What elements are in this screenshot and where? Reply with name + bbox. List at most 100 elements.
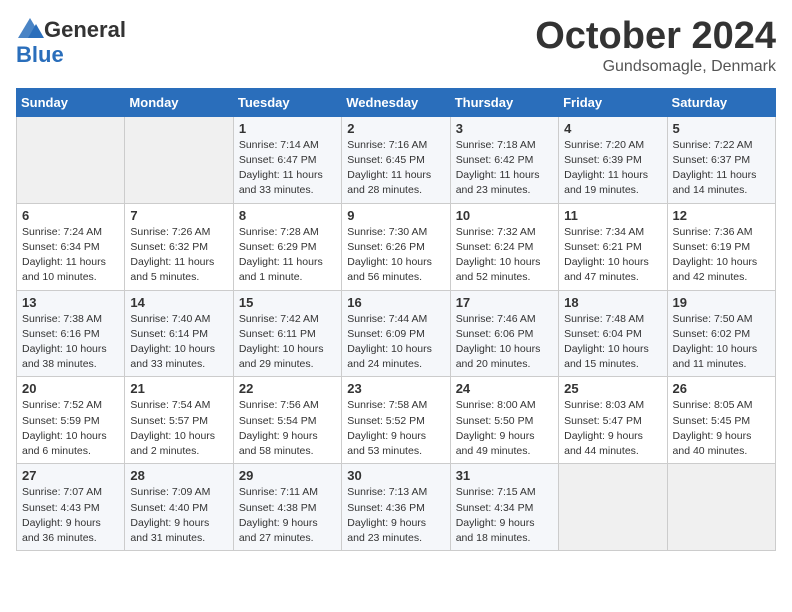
calendar-table: SundayMondayTuesdayWednesdayThursdayFrid…: [16, 88, 776, 551]
day-number: 21: [130, 381, 227, 396]
day-info: Sunrise: 7:42 AM Sunset: 6:11 PM Dayligh…: [239, 312, 336, 373]
day-cell: 10 Sunrise: 7:32 AM Sunset: 6:24 PM Dayli…: [450, 203, 558, 290]
day-info: Sunrise: 7:24 AM Sunset: 6:34 PM Dayligh…: [22, 225, 119, 286]
day-number: 14: [130, 295, 227, 310]
day-info: Sunrise: 7:11 AM Sunset: 4:38 PM Dayligh…: [239, 485, 336, 546]
day-info: Sunrise: 7:13 AM Sunset: 4:36 PM Dayligh…: [347, 485, 444, 546]
day-cell: [559, 464, 667, 551]
day-info: Sunrise: 7:09 AM Sunset: 4:40 PM Dayligh…: [130, 485, 227, 546]
day-number: 28: [130, 468, 227, 483]
day-number: 30: [347, 468, 444, 483]
header-monday: Monday: [125, 88, 233, 116]
day-cell: 22 Sunrise: 7:56 AM Sunset: 5:54 PM Dayli…: [233, 377, 341, 464]
day-cell: 7Sunrise: 7:26 AM Sunset: 6:32 PM Daylig…: [125, 203, 233, 290]
day-cell: 6 Sunrise: 7:24 AM Sunset: 6:34 PM Daylig…: [17, 203, 125, 290]
logo-icon: [16, 16, 44, 44]
day-number: 31: [456, 468, 553, 483]
day-cell: [17, 116, 125, 203]
day-number: 27: [22, 468, 119, 483]
day-cell: 17 Sunrise: 7:46 AM Sunset: 6:06 PM Dayli…: [450, 290, 558, 377]
day-number: 10: [456, 208, 553, 223]
day-info: Sunrise: 7:46 AM Sunset: 6:06 PM Dayligh…: [456, 312, 553, 373]
header-tuesday: Tuesday: [233, 88, 341, 116]
day-info: Sunrise: 8:05 AM Sunset: 5:45 PM Dayligh…: [673, 398, 770, 459]
day-info: Sunrise: 7:28 AM Sunset: 6:29 PM Dayligh…: [239, 225, 336, 286]
day-number: 1: [239, 121, 336, 136]
day-info: Sunrise: 7:32 AM Sunset: 6:24 PM Dayligh…: [456, 225, 553, 286]
day-cell: [667, 464, 775, 551]
header-row: SundayMondayTuesdayWednesdayThursdayFrid…: [17, 88, 776, 116]
day-info: Sunrise: 7:56 AM Sunset: 5:54 PM Dayligh…: [239, 398, 336, 459]
day-cell: 29 Sunrise: 7:11 AM Sunset: 4:38 PM Dayli…: [233, 464, 341, 551]
day-info: Sunrise: 7:18 AM Sunset: 6:42 PM Dayligh…: [456, 138, 553, 199]
week-row-4: 20Sunrise: 7:52 AM Sunset: 5:59 PM Dayli…: [17, 377, 776, 464]
day-cell: 25Sunrise: 8:03 AM Sunset: 5:47 PM Dayli…: [559, 377, 667, 464]
day-number: 29: [239, 468, 336, 483]
day-cell: 18 Sunrise: 7:48 AM Sunset: 6:04 PM Dayli…: [559, 290, 667, 377]
day-info: Sunrise: 7:16 AM Sunset: 6:45 PM Dayligh…: [347, 138, 444, 199]
day-number: 17: [456, 295, 553, 310]
day-info: Sunrise: 7:36 AM Sunset: 6:19 PM Dayligh…: [673, 225, 770, 286]
day-info: Sunrise: 7:48 AM Sunset: 6:04 PM Dayligh…: [564, 312, 661, 373]
day-cell: 4 Sunrise: 7:20 AM Sunset: 6:39 PM Daylig…: [559, 116, 667, 203]
day-info: Sunrise: 7:22 AM Sunset: 6:37 PM Dayligh…: [673, 138, 770, 199]
day-cell: 14 Sunrise: 7:40 AM Sunset: 6:14 PM Dayli…: [125, 290, 233, 377]
day-info: Sunrise: 7:40 AM Sunset: 6:14 PM Dayligh…: [130, 312, 227, 373]
day-number: 15: [239, 295, 336, 310]
logo: General Blue: [16, 16, 126, 66]
day-cell: 20Sunrise: 7:52 AM Sunset: 5:59 PM Dayli…: [17, 377, 125, 464]
day-number: 7: [130, 208, 227, 223]
logo-general-text: General: [44, 19, 126, 41]
day-info: Sunrise: 7:58 AM Sunset: 5:52 PM Dayligh…: [347, 398, 444, 459]
day-cell: 8 Sunrise: 7:28 AM Sunset: 6:29 PM Daylig…: [233, 203, 341, 290]
day-info: Sunrise: 7:14 AM Sunset: 6:47 PM Dayligh…: [239, 138, 336, 199]
day-info: Sunrise: 7:52 AM Sunset: 5:59 PM Dayligh…: [22, 398, 119, 459]
header-saturday: Saturday: [667, 88, 775, 116]
day-number: 12: [673, 208, 770, 223]
header-thursday: Thursday: [450, 88, 558, 116]
day-cell: 19 Sunrise: 7:50 AM Sunset: 6:02 PM Dayli…: [667, 290, 775, 377]
day-info: Sunrise: 7:20 AM Sunset: 6:39 PM Dayligh…: [564, 138, 661, 199]
day-info: Sunrise: 7:54 AM Sunset: 5:57 PM Dayligh…: [130, 398, 227, 459]
day-number: 11: [564, 208, 661, 223]
day-cell: 26Sunrise: 8:05 AM Sunset: 5:45 PM Dayli…: [667, 377, 775, 464]
day-cell: 31 Sunrise: 7:15 AM Sunset: 4:34 PM Dayli…: [450, 464, 558, 551]
day-cell: 2Sunrise: 7:16 AM Sunset: 6:45 PM Daylig…: [342, 116, 450, 203]
location-title: Gundsomagle, Denmark: [535, 58, 776, 76]
header-wednesday: Wednesday: [342, 88, 450, 116]
day-number: 6: [22, 208, 119, 223]
day-cell: 21 Sunrise: 7:54 AM Sunset: 5:57 PM Dayli…: [125, 377, 233, 464]
day-cell: 5Sunrise: 7:22 AM Sunset: 6:37 PM Daylig…: [667, 116, 775, 203]
day-number: 24: [456, 381, 553, 396]
week-row-3: 13Sunrise: 7:38 AM Sunset: 6:16 PM Dayli…: [17, 290, 776, 377]
title-block: October 2024 Gundsomagle, Denmark: [535, 16, 776, 76]
week-row-2: 6 Sunrise: 7:24 AM Sunset: 6:34 PM Daylig…: [17, 203, 776, 290]
day-number: 16: [347, 295, 444, 310]
day-cell: 24 Sunrise: 8:00 AM Sunset: 5:50 PM Dayli…: [450, 377, 558, 464]
day-info: Sunrise: 7:15 AM Sunset: 4:34 PM Dayligh…: [456, 485, 553, 546]
day-info: Sunrise: 7:30 AM Sunset: 6:26 PM Dayligh…: [347, 225, 444, 286]
day-number: 19: [673, 295, 770, 310]
day-cell: 13Sunrise: 7:38 AM Sunset: 6:16 PM Dayli…: [17, 290, 125, 377]
day-cell: 23 Sunrise: 7:58 AM Sunset: 5:52 PM Dayli…: [342, 377, 450, 464]
day-cell: 11 Sunrise: 7:34 AM Sunset: 6:21 PM Dayli…: [559, 203, 667, 290]
day-number: 18: [564, 295, 661, 310]
day-number: 23: [347, 381, 444, 396]
day-info: Sunrise: 7:07 AM Sunset: 4:43 PM Dayligh…: [22, 485, 119, 546]
day-cell: 16 Sunrise: 7:44 AM Sunset: 6:09 PM Dayli…: [342, 290, 450, 377]
day-number: 8: [239, 208, 336, 223]
day-number: 4: [564, 121, 661, 136]
day-info: Sunrise: 7:34 AM Sunset: 6:21 PM Dayligh…: [564, 225, 661, 286]
month-title: October 2024: [535, 16, 776, 58]
day-number: 9: [347, 208, 444, 223]
day-info: Sunrise: 7:50 AM Sunset: 6:02 PM Dayligh…: [673, 312, 770, 373]
day-info: Sunrise: 7:38 AM Sunset: 6:16 PM Dayligh…: [22, 312, 119, 373]
week-row-5: 27 Sunrise: 7:07 AM Sunset: 4:43 PM Dayli…: [17, 464, 776, 551]
day-cell: 9 Sunrise: 7:30 AM Sunset: 6:26 PM Daylig…: [342, 203, 450, 290]
day-cell: 12 Sunrise: 7:36 AM Sunset: 6:19 PM Dayli…: [667, 203, 775, 290]
logo-blue-text: Blue: [16, 44, 64, 66]
day-number: 3: [456, 121, 553, 136]
day-number: 22: [239, 381, 336, 396]
day-info: Sunrise: 8:00 AM Sunset: 5:50 PM Dayligh…: [456, 398, 553, 459]
day-info: Sunrise: 7:44 AM Sunset: 6:09 PM Dayligh…: [347, 312, 444, 373]
